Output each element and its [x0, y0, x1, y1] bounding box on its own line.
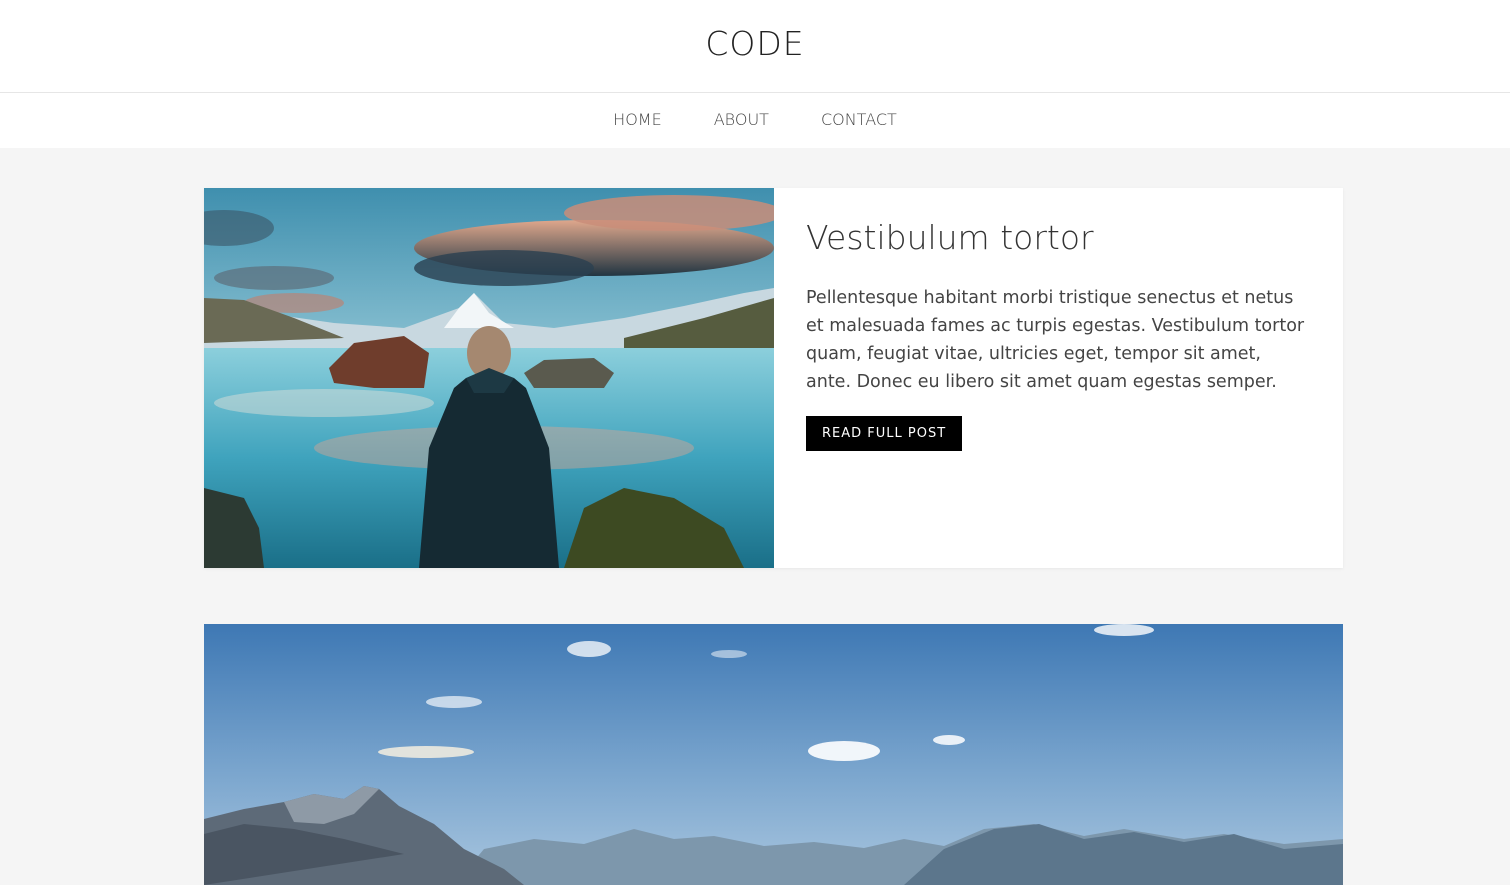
nav-link-about[interactable]: ABOUT [688, 110, 795, 130]
nav-link-contact[interactable]: CONTACT [795, 110, 923, 130]
post-card: Vestibulum tortor Pellentesque habitant … [204, 188, 1343, 568]
post-image-mountains[interactable] [204, 624, 1343, 885]
post-body: Vestibulum tortor Pellentesque habitant … [774, 188, 1343, 568]
nav-link-home[interactable]: HOME [587, 110, 688, 130]
site-header: CODE [0, 0, 1510, 93]
main-nav: HOME ABOUT CONTACT [0, 93, 1510, 148]
read-full-post-button[interactable]: READ FULL POST [806, 416, 963, 451]
post-card-2 [204, 624, 1343, 885]
site-title[interactable]: CODE [705, 24, 804, 64]
nav-list: HOME ABOUT CONTACT [587, 110, 923, 130]
post-title[interactable]: Vestibulum tortor [806, 216, 1311, 260]
nav-item-home: HOME [587, 110, 688, 130]
post-excerpt: Pellentesque habitant morbi tristique se… [806, 288, 1305, 392]
nav-item-about: ABOUT [688, 110, 795, 130]
nav-item-contact: CONTACT [795, 110, 923, 130]
post-image-lake[interactable] [204, 188, 774, 568]
lake-photo [204, 188, 774, 568]
